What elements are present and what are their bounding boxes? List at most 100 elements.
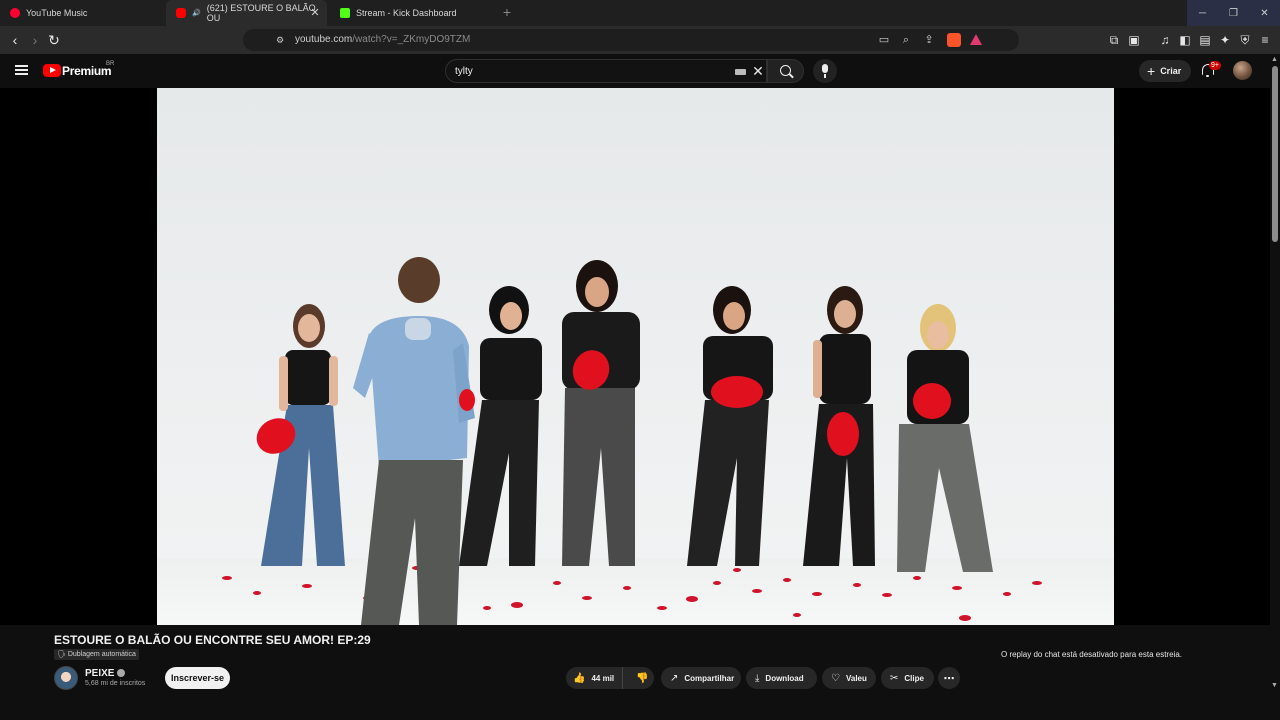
create-button[interactable]: + Criar <box>1139 60 1191 82</box>
url-host: youtube.com <box>295 34 353 45</box>
forward-icon[interactable]: › <box>27 32 43 48</box>
search-box[interactable]: tylty ✕ <box>445 59 767 83</box>
contestant-3 <box>562 260 640 566</box>
like-count: 44 mil <box>591 673 615 683</box>
more-icon: ⋯ <box>943 672 955 685</box>
tab-title: Stream - Kick Dashboard <box>356 8 457 18</box>
site-settings-icon[interactable]: ⚙ <box>273 33 287 47</box>
screenshot-icon[interactable]: ▣ <box>1126 32 1142 48</box>
dubbing-badge: 🗣 Dublagem automática <box>54 649 139 660</box>
search-icon <box>780 65 791 76</box>
share-icon[interactable]: ⇪ <box>922 33 936 47</box>
download-button[interactable]: ⤓ Download <box>746 667 817 689</box>
contestant-6 <box>897 304 993 572</box>
create-label: Criar <box>1160 66 1182 76</box>
speaker-icon[interactable]: 🔊 <box>192 9 201 17</box>
clip-button[interactable]: ✂ Clipe <box>881 667 934 689</box>
channel-avatar[interactable] <box>54 666 78 690</box>
youtube-logo-icon[interactable] <box>43 64 61 77</box>
url-path: /watch?v=_ZKmyDO9TZM <box>352 34 471 45</box>
subscriber-count: 5,68 mi de inscritos <box>85 680 146 687</box>
wallet-icon[interactable]: ▤ <box>1197 32 1213 48</box>
extensions-icon[interactable]: ⧉ <box>1106 32 1122 48</box>
dubbing-icon: 🗣 <box>57 651 66 658</box>
notification-badge: 9+ <box>1209 61 1221 70</box>
page-scrollbar[interactable]: ▲ ▼ <box>1270 54 1280 694</box>
more-actions-button[interactable]: ⋯ <box>938 667 960 689</box>
brave-shields-icon[interactable] <box>947 33 961 47</box>
premium-logo-text[interactable]: Premium <box>62 64 112 78</box>
tab-title: YouTube Music <box>26 8 88 18</box>
video-title: ESTOURE O BALÃO OU ENCONTRE SEU AMOR! EP… <box>54 633 371 647</box>
brave-rewards-icon[interactable] <box>970 34 982 45</box>
like-dislike-group: 👍 44 mil 👎 <box>566 667 654 689</box>
scrollbar-thumb[interactable] <box>1272 66 1278 242</box>
clip-label: Clipe <box>904 673 924 683</box>
thumbs-down-icon: 👎 <box>636 672 649 684</box>
window-controls: ─ ❐ ✕ <box>1187 0 1280 26</box>
verified-icon <box>117 669 126 677</box>
dislike-button[interactable]: 👎 <box>629 673 648 684</box>
plus-icon: + <box>1147 63 1156 79</box>
thanks-button[interactable]: ♡ Valeu <box>822 667 876 689</box>
contestant-4 <box>687 286 773 566</box>
browser-toolbar: ‹ › ↻ ⎘ ⚙ youtube.com/watch?v=_ZKmyDO9TZ… <box>0 26 1280 54</box>
guide-menu-icon[interactable] <box>15 65 28 75</box>
address-bar[interactable]: ⚙ youtube.com/watch?v=_ZKmyDO9TZM ▭ ⌕ ⇪ <box>243 29 1019 51</box>
subscribe-button[interactable]: Inscrever-se <box>165 667 230 689</box>
keyboard-icon[interactable] <box>735 69 746 75</box>
dubbing-label: Dublagem automática <box>67 651 136 658</box>
restore-icon[interactable]: ❐ <box>1218 0 1249 26</box>
contestant-2 <box>459 286 542 566</box>
new-tab-button[interactable]: + <box>500 5 514 19</box>
voice-search-icon[interactable] <box>813 59 837 83</box>
scissors-icon: ✂ <box>890 672 899 684</box>
menu-icon[interactable]: ≡ <box>1257 32 1273 48</box>
download-icon: ⤓ <box>755 672 760 684</box>
youtube-music-icon <box>10 8 20 18</box>
cast-icon[interactable]: ▭ <box>877 33 891 47</box>
scroll-down-icon[interactable]: ▼ <box>1271 682 1278 689</box>
download-label: Download <box>765 673 804 683</box>
share-label: Compartilhar <box>684 673 735 683</box>
back-icon[interactable]: ‹ <box>7 32 23 48</box>
chat-replay-notice: O replay do chat está desativado para es… <box>1001 650 1182 659</box>
youtube-icon <box>176 8 186 18</box>
vpn-icon[interactable]: ⛨ <box>1237 32 1253 48</box>
thanks-label: Valeu <box>845 673 867 683</box>
search-button[interactable] <box>767 59 804 83</box>
video-scene <box>222 257 1042 625</box>
url-text[interactable]: youtube.com/watch?v=_ZKmyDO9TZM <box>295 34 470 45</box>
scroll-up-icon[interactable]: ▲ <box>1271 56 1278 63</box>
search-input[interactable]: tylty <box>455 66 473 77</box>
video-player[interactable] <box>0 88 1270 625</box>
video-info: ESTOURE O BALÃO OU ENCONTRE SEU AMOR! EP… <box>0 625 1270 720</box>
tab-kick-dashboard[interactable]: Stream - Kick Dashboard <box>330 0 495 26</box>
channel-name-row[interactable]: PEIXE <box>85 668 126 679</box>
super-thanks-icon: ♡ <box>831 672 840 684</box>
browser-tab-bar: YouTube Music 🔊 (621) ESTOURE O BALÃO OU… <box>0 0 1280 26</box>
like-button[interactable]: 👍 44 mil <box>566 667 623 689</box>
share-arrow-icon: ↗ <box>670 672 679 684</box>
thumbs-up-icon: 👍 <box>573 672 586 684</box>
account-avatar[interactable] <box>1233 61 1252 80</box>
tab-youtube-music[interactable]: YouTube Music <box>0 0 165 26</box>
rose-petals <box>222 566 1042 621</box>
video-frame[interactable] <box>157 88 1114 625</box>
reload-icon[interactable]: ↻ <box>46 32 62 48</box>
tab-current-video[interactable]: 🔊 (621) ESTOURE O BALÃO OU ✕ <box>166 0 327 26</box>
kick-icon <box>340 8 350 18</box>
close-window-icon[interactable]: ✕ <box>1249 0 1280 26</box>
zoom-icon[interactable]: ⌕ <box>899 33 913 47</box>
channel-name[interactable]: PEIXE <box>85 668 114 679</box>
youtube-header: Premium BR tylty ✕ + Criar 9+ <box>0 54 1270 88</box>
close-tab-icon[interactable]: ✕ <box>309 7 321 19</box>
minimize-icon[interactable]: ─ <box>1187 0 1218 26</box>
man-foreground <box>353 257 475 625</box>
sidebar-icon[interactable]: ◧ <box>1177 32 1193 48</box>
share-button[interactable]: ↗ Compartilhar <box>661 667 741 689</box>
media-icon[interactable]: ♫ <box>1157 32 1173 48</box>
country-code: BR <box>106 61 115 67</box>
clear-search-icon[interactable]: ✕ <box>751 63 765 79</box>
leo-ai-icon[interactable]: ✦ <box>1217 32 1233 48</box>
